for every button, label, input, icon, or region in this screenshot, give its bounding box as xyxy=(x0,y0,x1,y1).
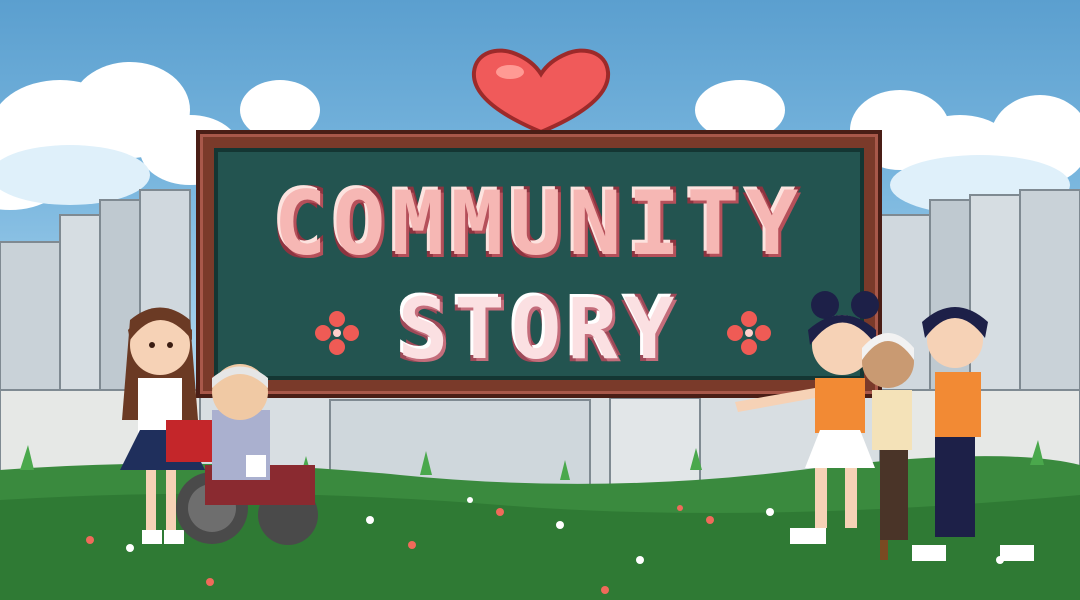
characters xyxy=(120,291,1034,561)
title-screen: COMMUNITY STORY xyxy=(0,0,1080,600)
character-elderly-woman xyxy=(862,333,914,560)
character-girl-pointing xyxy=(735,291,879,544)
character-boy xyxy=(912,307,1034,561)
